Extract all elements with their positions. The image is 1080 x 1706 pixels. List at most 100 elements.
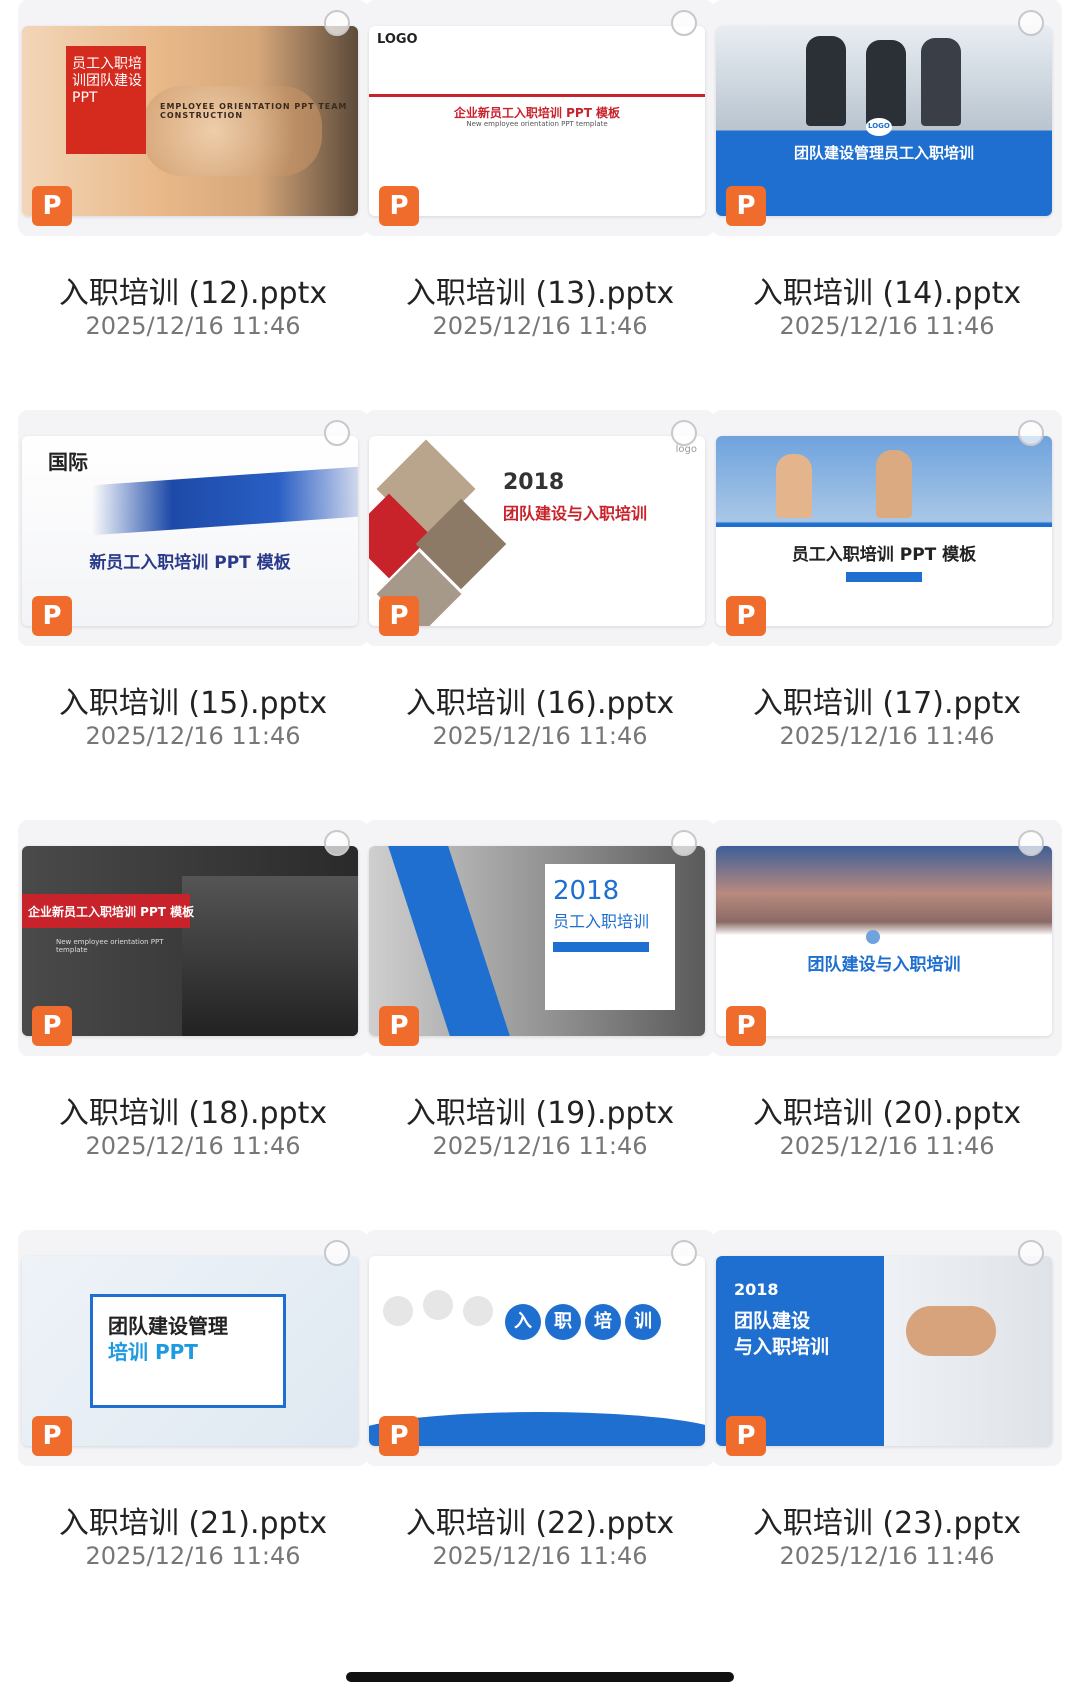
ppt-icon: P <box>726 1416 766 1456</box>
thumbnail-container: 入 职 培 训 P <box>365 1230 715 1466</box>
thumbnail-container: LOGO 企业新员工入职培训 PPT 模板 New employee orien… <box>365 0 715 236</box>
char-bubble: 培 <box>585 1304 621 1340</box>
thumb-subtitle: New employee orientation PPT template <box>56 938 164 954</box>
ppt-icon: P <box>32 1006 72 1046</box>
file-card[interactable]: 2018 团队建设 与入职培训 P 入职培训 (23).pptx 2025/12… <box>712 1230 1062 1620</box>
file-card[interactable]: 员工入职培训 PPT 模板 P 入职培训 (17).pptx 2025/12/1… <box>712 410 1062 800</box>
person-figure <box>806 36 846 126</box>
thumb-title: 团队建设与入职培训 <box>807 955 961 975</box>
thumb-year: 2018 <box>734 1280 779 1299</box>
ppt-icon: P <box>726 1006 766 1046</box>
select-checkbox[interactable] <box>671 10 697 36</box>
thumbnail-container: LOGO 团队建设管理员工入职培训 P <box>712 0 1062 236</box>
slide-thumbnail[interactable]: 入 职 培 训 <box>369 1256 705 1446</box>
select-checkbox[interactable] <box>324 420 350 446</box>
figure-head <box>383 1296 413 1326</box>
slide-thumbnail[interactable]: 2018 团队建设 与入职培训 <box>716 1256 1052 1446</box>
blue-wave <box>369 1412 705 1446</box>
select-checkbox[interactable] <box>324 10 350 36</box>
select-checkbox[interactable] <box>671 420 697 446</box>
file-card[interactable]: 员工入职培训团队建设PPT EMPLOYEE ORIENTATION PPT T… <box>18 0 368 390</box>
thumbnail-container: 员工入职培训团队建设PPT EMPLOYEE ORIENTATION PPT T… <box>18 0 368 236</box>
slide-thumbnail[interactable]: 团队建设与入职培训 <box>716 846 1052 1036</box>
thumbnail-container: 2018 员工入职培训 P <box>365 820 715 1056</box>
slide-thumbnail[interactable]: 员工入职培训 PPT 模板 <box>716 436 1052 626</box>
file-card[interactable]: 团队建设管理 培训 PPT P 入职培训 (21).pptx 2025/12/1… <box>18 1230 368 1620</box>
file-card[interactable]: LOGO 企业新员工入职培训 PPT 模板 New employee orien… <box>365 0 715 390</box>
select-checkbox[interactable] <box>324 1240 350 1266</box>
hands-image <box>142 86 322 176</box>
file-card[interactable]: 团队建设与入职培训 P 入职培训 (20).pptx 2025/12/16 11… <box>712 820 1062 1210</box>
file-date: 2025/12/16 11:46 <box>85 722 301 750</box>
slide-thumbnail[interactable]: logo 2018 团队建设与入职培训 <box>369 436 705 626</box>
select-checkbox[interactable] <box>1018 420 1044 446</box>
thumb-logo: LOGO <box>377 32 418 47</box>
select-checkbox[interactable] <box>1018 1240 1044 1266</box>
file-date: 2025/12/16 11:46 <box>779 1542 995 1570</box>
thumb-logo: LOGO <box>868 122 890 130</box>
file-name: 入职培训 (20).pptx <box>752 1096 1022 1131</box>
slide-thumbnail[interactable]: LOGO 团队建设管理员工入职培训 <box>716 26 1052 216</box>
file-date: 2025/12/16 11:46 <box>85 1132 301 1160</box>
file-name: 入职培训 (17).pptx <box>752 686 1022 721</box>
file-card[interactable]: logo 2018 团队建设与入职培训 P 入职培训 (16).pptx 202… <box>365 410 715 800</box>
thumb-title: 员工入职培训 PPT 模板 <box>791 545 977 565</box>
file-card[interactable]: 入 职 培 训 P 入职培训 (22).pptx 2025/12/16 11:4… <box>365 1230 715 1620</box>
file-card[interactable]: 企业新员工入职培训 PPT 模板 New employee orientatio… <box>18 820 368 1210</box>
thumbnail-container: 2018 团队建设 与入职培训 P <box>712 1230 1062 1466</box>
thumb-subtitle: New employee orientation PPT template <box>466 120 608 128</box>
select-checkbox[interactable] <box>1018 830 1044 856</box>
thumb-title: 团队建设 <box>734 1310 811 1332</box>
slide-thumbnail[interactable]: 团队建设管理 培训 PPT <box>22 1256 358 1446</box>
brush-stroke <box>92 466 358 536</box>
home-indicator[interactable] <box>346 1672 734 1682</box>
thumb-title: 企业新员工入职培训 PPT 模板 <box>453 106 621 120</box>
file-date: 2025/12/16 11:46 <box>432 312 648 340</box>
ppt-icon: P <box>379 596 419 636</box>
team-photo <box>182 876 358 1036</box>
red-rule <box>369 94 705 97</box>
file-date: 2025/12/16 11:46 <box>432 722 648 750</box>
char-bubble: 训 <box>625 1304 661 1340</box>
char-bubble: 职 <box>545 1304 581 1340</box>
thumb-title: 员工入职培训团队建设PPT <box>72 56 142 106</box>
file-name: 入职培训 (14).pptx <box>752 276 1022 311</box>
ppt-icon: P <box>32 596 72 636</box>
thumb-title2: 培训 PPT <box>108 1340 198 1364</box>
thumbnail-container: 团队建设与入职培训 P <box>712 820 1062 1056</box>
ppt-icon: P <box>32 186 72 226</box>
ppt-icon: P <box>379 1416 419 1456</box>
select-checkbox[interactable] <box>671 1240 697 1266</box>
thumb-title: 员工入职培训 <box>553 912 650 931</box>
thumb-seal: 国际 <box>48 450 88 474</box>
slide-thumbnail[interactable]: 员工入职培训团队建设PPT EMPLOYEE ORIENTATION PPT T… <box>22 26 358 216</box>
thumbnail-container: 员工入职培训 PPT 模板 P <box>712 410 1062 646</box>
thumb-title: 团队建设管理 <box>108 1314 228 1338</box>
slide-thumbnail[interactable]: 企业新员工入职培训 PPT 模板 New employee orientatio… <box>22 846 358 1036</box>
file-name: 入职培训 (15).pptx <box>58 686 328 721</box>
slide-thumbnail[interactable]: LOGO 企业新员工入职培训 PPT 模板 New employee orien… <box>369 26 705 216</box>
file-card[interactable]: 2018 员工入职培训 P 入职培训 (19).pptx 2025/12/16 … <box>365 820 715 1210</box>
select-checkbox[interactable] <box>1018 10 1044 36</box>
file-grid: 员工入职培训团队建设PPT EMPLOYEE ORIENTATION PPT T… <box>0 0 1080 1706</box>
ppt-icon: P <box>726 596 766 636</box>
file-card[interactable]: LOGO 团队建设管理员工入职培训 P 入职培训 (14).pptx 2025/… <box>712 0 1062 390</box>
file-date: 2025/12/16 11:46 <box>432 1542 648 1570</box>
select-checkbox[interactable] <box>671 830 697 856</box>
thumbnail-container: 企业新员工入职培训 PPT 模板 New employee orientatio… <box>18 820 368 1056</box>
file-name: 入职培训 (22).pptx <box>405 1506 675 1541</box>
file-name: 入职培训 (16).pptx <box>405 686 675 721</box>
file-date: 2025/12/16 11:46 <box>85 1542 301 1570</box>
slide-thumbnail[interactable]: 2018 员工入职培训 <box>369 846 705 1036</box>
file-name: 入职培训 (13).pptx <box>405 276 675 311</box>
select-checkbox[interactable] <box>324 830 350 856</box>
thumbnail-container: 国际 新员工入职培训 PPT 模板 P <box>18 410 368 646</box>
file-date: 2025/12/16 11:46 <box>779 312 995 340</box>
file-date: 2025/12/16 11:46 <box>779 722 995 750</box>
thumb-finger <box>776 454 812 518</box>
thumb-title: 新员工入职培训 PPT 模板 <box>89 553 291 573</box>
slide-thumbnail[interactable]: 国际 新员工入职培训 PPT 模板 <box>22 436 358 626</box>
file-card[interactable]: 国际 新员工入职培训 PPT 模板 P 入职培训 (15).pptx 2025/… <box>18 410 368 800</box>
char-bubble: 入 <box>505 1304 541 1340</box>
handshake-image <box>906 1306 996 1356</box>
